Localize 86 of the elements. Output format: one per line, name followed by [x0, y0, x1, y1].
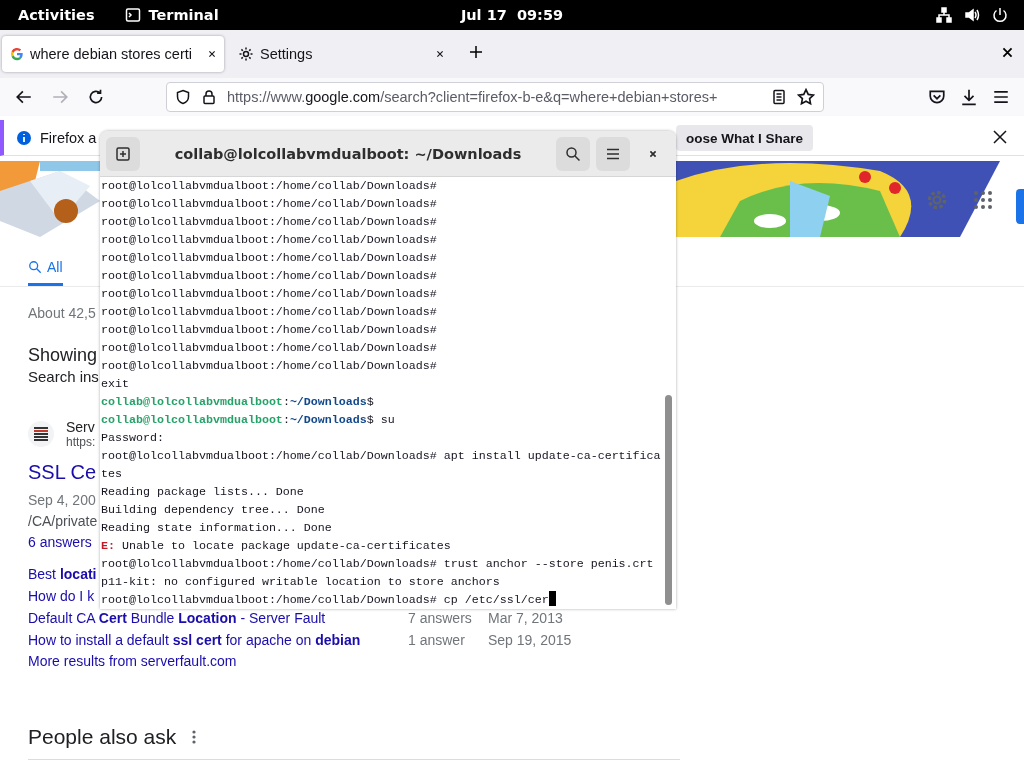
result-count: About 42,5: [28, 305, 96, 321]
terminal-line: root@lolcollabvmdualboot:/home/collab/Downloads#: [101, 286, 437, 303]
search-icon: [565, 145, 581, 162]
result-snippet: /CA/private: [28, 513, 98, 529]
result-date: Sep 4, 200: [28, 492, 96, 508]
choose-share-button[interactable]: oose What I Share: [676, 125, 814, 151]
terminal-line: p11-kit: no configured writable location to store anchors: [101, 574, 500, 591]
terminal-line: tes: [101, 466, 122, 483]
search-tab[interactable]: All: [28, 259, 63, 286]
related-link[interactable]: How to install a default ssl cert for apache on debian: [28, 632, 361, 648]
more-options-icon[interactable]: [192, 730, 197, 744]
result-title-link[interactable]: SSL Ce: [28, 461, 97, 484]
star-icon: [797, 88, 815, 106]
site-url: https:: [66, 435, 96, 449]
close-icon: [1001, 46, 1014, 59]
notification-text: Firefox a: [40, 129, 97, 146]
terminal-line: exit: [101, 376, 129, 393]
power-icon: [992, 7, 1008, 23]
terminal-line: root@lolcollabvmdualboot:/home/collab/Downloads#: [101, 196, 437, 213]
close-icon: [206, 48, 218, 60]
answer-count: 1 answer: [408, 632, 465, 648]
answer-count: 7 answers: [408, 610, 472, 626]
terminal-line: root@lolcollabvmdualboot:/home/collab/Downloads#: [101, 268, 437, 285]
answer-date: Mar 7, 2013: [488, 610, 563, 626]
reader-view-icon: [771, 89, 787, 105]
terminal-line: root@lolcollabvmdualboot:/home/collab/Downloads#: [101, 322, 437, 339]
terminal-line: Reading state information... Done: [101, 520, 332, 537]
showing-heading: Showing: [28, 345, 98, 366]
app-menu[interactable]: Terminal: [148, 7, 219, 23]
terminal-line: collab@lolcollabvmdualboot:~/Downloads$: [101, 394, 374, 411]
site-logo-icon: [33, 426, 49, 442]
window-title: collab@lolcollabvmdualboot: ~/Downloads: [173, 145, 523, 162]
network-icon: [936, 7, 952, 23]
google-icon: [10, 47, 24, 61]
info-icon: [16, 129, 32, 146]
menu-button[interactable]: [596, 136, 630, 171]
terminal-line: root@lolcollabvmdualboot:/home/collab/Downloads#: [101, 232, 437, 249]
search-icon: [28, 260, 42, 274]
terminal-line: root@lolcollabvmdualboot:/home/collab/Downloads#: [101, 304, 437, 321]
reload-icon: [87, 88, 105, 106]
terminal-line: collab@lolcollabvmdualboot:~/Downloads$ su: [101, 412, 395, 429]
clock[interactable]: Jul 17 09:59: [460, 7, 564, 23]
terminal-line: root@lolcollabvmdualboot:/home/collab/Downloads#: [101, 340, 437, 357]
search-button[interactable]: [556, 136, 590, 171]
people-also-ask-heading: People also ask: [28, 725, 177, 749]
terminal-line: root@lolcollabvmdualboot:/home/collab/Downloads#: [101, 250, 437, 267]
activities-button[interactable]: Activities: [18, 7, 95, 23]
apps-grid-icon[interactable]: [974, 191, 992, 209]
related-link[interactable]: Default CA Cert Bundle Location - Server Fault: [28, 610, 326, 626]
terminal-line: root@lolcollabvmdualboot:/home/collab/Downloads#: [101, 178, 437, 195]
close-icon: [992, 129, 1008, 145]
related-link[interactable]: Best locati: [28, 566, 97, 582]
terminal-line: root@lolcollabvmdualboot:/home/collab/Downloads# trust anchor --store penis.crt: [101, 556, 654, 573]
address-bar[interactable]: https://www.google.com/search?client=firefox-b-e&q=where+debian+stores+: [166, 82, 824, 112]
browser-tab[interactable]: where debian stores certi: [2, 36, 224, 72]
pocket-icon: [928, 88, 946, 106]
menu-icon: [992, 88, 1010, 106]
volume-icon: [964, 7, 980, 23]
terminal-line: root@lolcollabvmdualboot:/home/collab/Downloads#: [101, 358, 437, 375]
more-results-link[interactable]: More results from serverfault.com: [28, 653, 237, 669]
lock-icon: [201, 89, 217, 105]
settings-icon: [926, 189, 948, 211]
site-name: Serv: [66, 419, 96, 435]
terminal-line: Reading package lists... Done: [101, 484, 304, 501]
terminal-line: root@lolcollabvmdualboot:/home/collab/Downloads# apt install update-ca-certifica: [101, 448, 661, 465]
terminal-line: Password:: [101, 430, 164, 447]
back-icon: [15, 88, 33, 106]
shield-icon: [175, 89, 191, 105]
plus-box-icon: [115, 145, 131, 162]
answer-date: Sep 19, 2015: [488, 632, 572, 648]
close-icon: [434, 48, 446, 60]
search-instead-text: Search ins: [28, 368, 99, 385]
forward-icon: [51, 88, 69, 106]
gear-icon: [238, 46, 254, 62]
terminal-line: E: Unable to locate package update-ca-certificates: [101, 538, 451, 555]
new-tab-button[interactable]: [106, 136, 140, 171]
related-link[interactable]: How do I k: [28, 588, 95, 604]
new-tab-icon: [468, 44, 484, 60]
download-icon: [960, 88, 978, 106]
scrollbar[interactable]: [665, 395, 672, 605]
terminal-line: root@lolcollabvmdualboot:/home/collab/Downloads# cp /etc/ssl/cer: [101, 591, 556, 609]
terminal-line: root@lolcollabvmdualboot:/home/collab/Downloads#: [101, 214, 437, 231]
terminal-icon: [124, 7, 141, 23]
browser-tab[interactable]: Settings: [230, 36, 452, 72]
terminal-line: Building dependency tree... Done: [101, 502, 325, 519]
answers-link[interactable]: 6 answers: [28, 534, 92, 550]
